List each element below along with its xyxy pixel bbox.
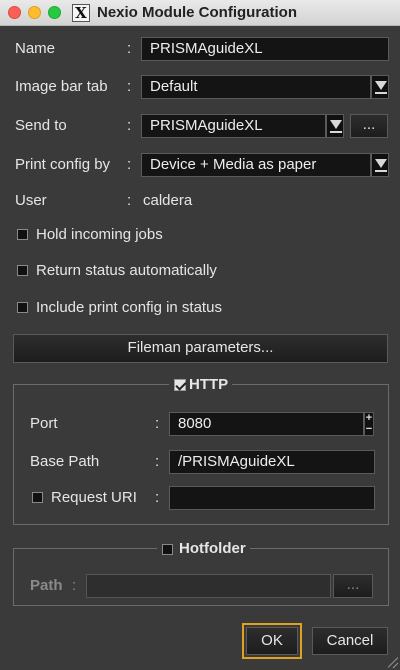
base-path-label: Base Path	[30, 453, 100, 470]
request-uri-colon: :	[155, 489, 160, 506]
send-to-label: Send to	[15, 117, 67, 134]
close-window-button[interactable]	[8, 6, 21, 19]
name-label: Name	[15, 40, 56, 57]
image-bar-tab-label: Image bar tab	[15, 78, 108, 95]
resize-grip-icon[interactable]	[386, 656, 398, 668]
path-browse-button[interactable]: ...	[333, 574, 373, 598]
send-to-colon: :	[127, 117, 132, 134]
maximize-window-button[interactable]	[48, 6, 61, 19]
send-to-browse-button[interactable]: ...	[350, 114, 388, 138]
cancel-button[interactable]: Cancel	[312, 627, 388, 655]
ok-button[interactable]: OK	[242, 623, 302, 659]
app-icon: X	[72, 4, 90, 22]
image-bar-tab-colon: :	[127, 78, 132, 95]
hotfolder-enabled-checkbox[interactable]	[162, 544, 173, 555]
print-config-by-label: Print config by	[15, 156, 111, 173]
send-to-select[interactable]: PRISMAguideXL	[141, 114, 326, 138]
return-status-checkbox[interactable]	[17, 265, 28, 276]
user-value: caldera	[143, 192, 193, 209]
request-uri-checkbox[interactable]	[32, 492, 43, 503]
port-colon: :	[155, 415, 160, 432]
port-label: Port	[30, 415, 58, 432]
port-spinner[interactable]: + −	[364, 412, 374, 436]
window-title: Nexio Module Configuration	[97, 4, 297, 21]
path-label: Path	[30, 577, 63, 594]
name-field[interactable]: PRISMAguideXL	[141, 37, 389, 61]
request-uri-label: Request URI	[51, 489, 137, 506]
base-path-colon: :	[155, 453, 160, 470]
return-status-label: Return status automatically	[36, 262, 217, 279]
send-to-dropdown-icon[interactable]	[326, 114, 344, 138]
port-decrement-icon[interactable]: −	[365, 424, 373, 435]
print-config-by-colon: :	[127, 156, 132, 173]
user-label: User	[15, 192, 47, 209]
path-colon: :	[72, 577, 77, 594]
name-colon: :	[127, 40, 132, 57]
image-bar-tab-select[interactable]: Default	[141, 75, 371, 99]
print-config-by-select[interactable]: Device + Media as paper	[141, 153, 371, 177]
print-config-by-dropdown-icon[interactable]	[371, 153, 389, 177]
include-print-config-label: Include print config in status	[36, 299, 222, 316]
image-bar-tab-dropdown-icon[interactable]	[371, 75, 389, 99]
title-bar: X Nexio Module Configuration	[0, 0, 400, 26]
port-field[interactable]: 8080	[169, 412, 364, 436]
path-field[interactable]	[86, 574, 331, 598]
include-print-config-checkbox[interactable]	[17, 302, 28, 313]
base-path-field[interactable]: /PRISMAguideXL	[169, 450, 375, 474]
hold-incoming-jobs-label: Hold incoming jobs	[36, 226, 163, 243]
user-colon: :	[127, 192, 132, 209]
http-enabled-checkbox[interactable]	[174, 379, 186, 391]
fileman-parameters-button[interactable]: Fileman parameters...	[13, 334, 388, 363]
hold-incoming-jobs-checkbox[interactable]	[17, 229, 28, 240]
request-uri-field[interactable]	[169, 486, 375, 510]
minimize-window-button[interactable]	[28, 6, 41, 19]
